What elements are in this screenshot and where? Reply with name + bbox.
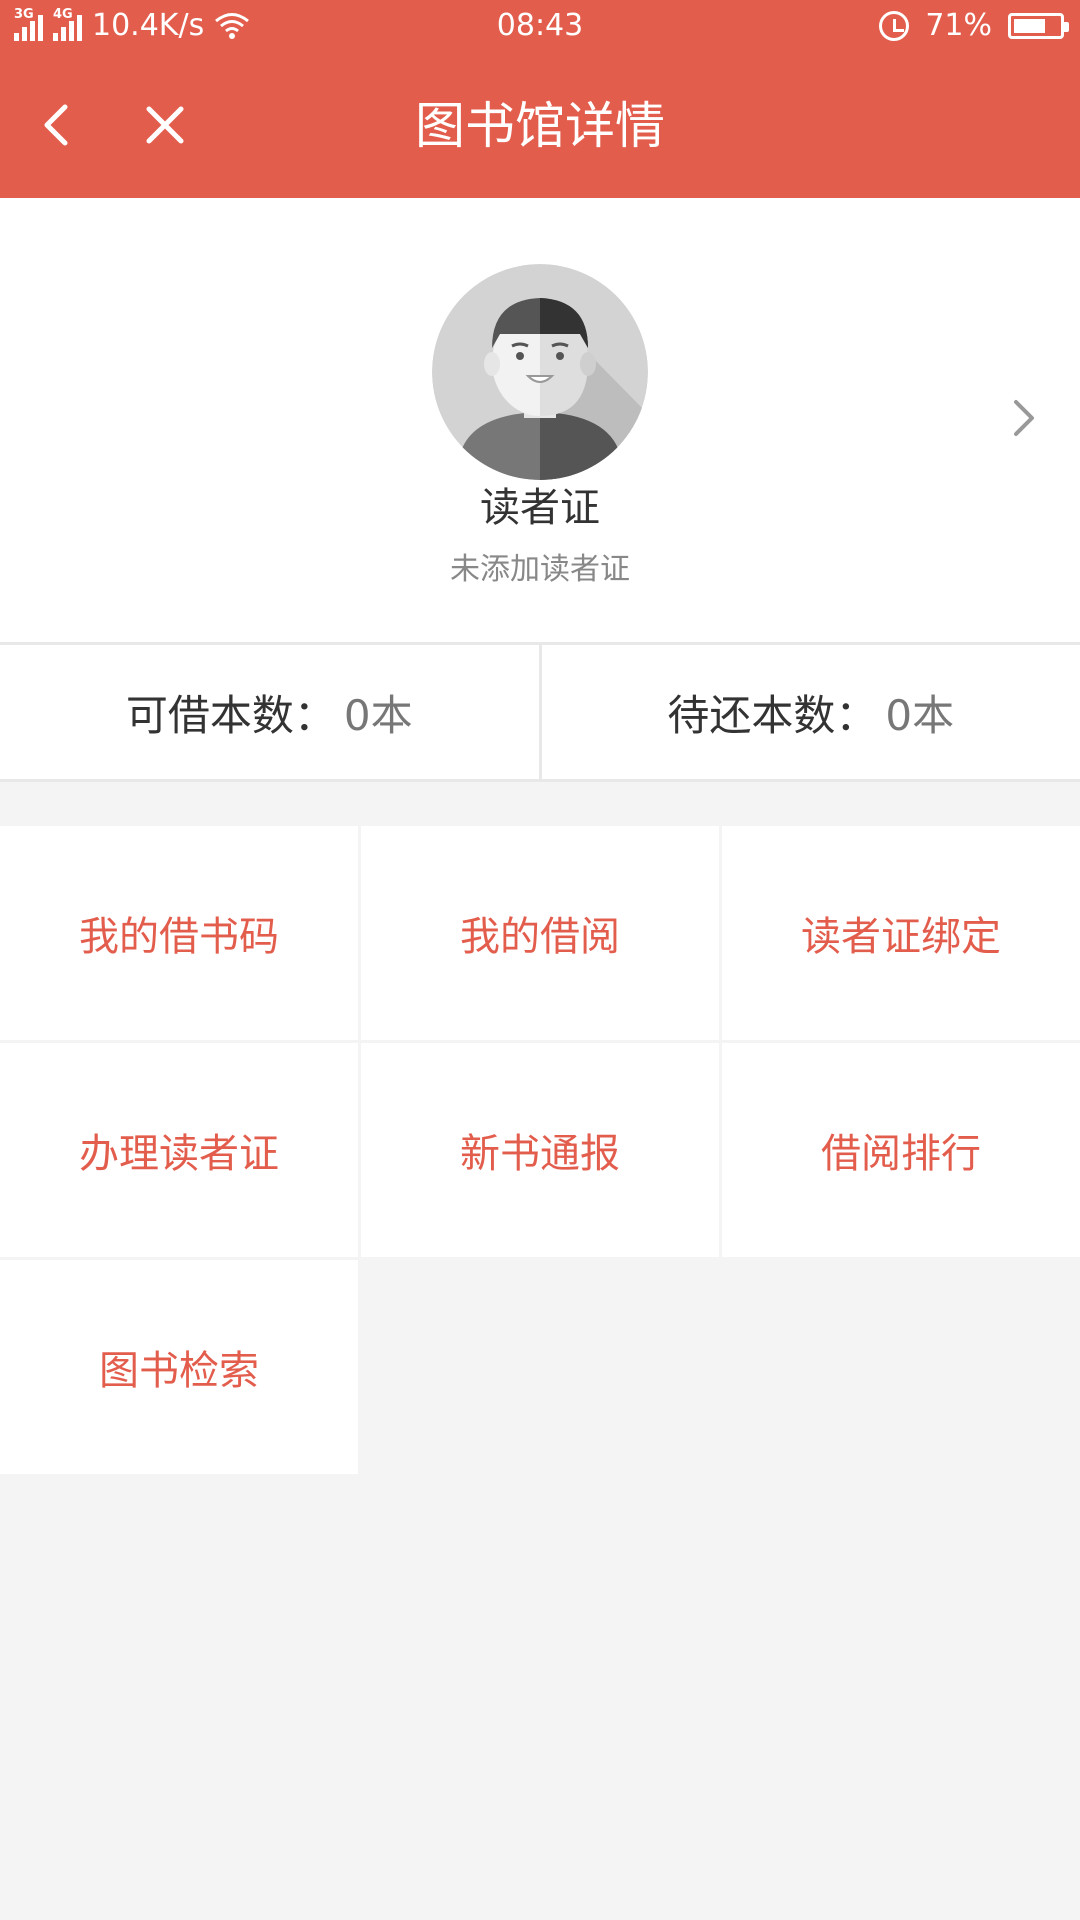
stat-value: 0本 [343,690,413,740]
app-header: 图书馆详情 [0,56,1080,198]
status-right: 71% [879,8,1069,43]
menu-label: 图书检索 [99,1348,259,1394]
menu-label: 我的借阅 [460,914,620,960]
stat-value: 0本 [885,690,955,740]
menu-label: 新书通报 [460,1131,620,1177]
menu-item-new-books[interactable]: 新书通报 [361,1043,719,1257]
reader-card-status: 未添加读者证 [450,552,630,587]
stat-to-return: 待还本数： 0本 [538,645,1080,779]
alarm-icon [879,10,910,41]
menu-label: 借阅排行 [821,1131,981,1177]
menu-item-apply-card[interactable]: 办理读者证 [0,1043,358,1257]
battery-icon [1008,12,1069,39]
battery-percent: 71% [925,8,992,43]
stat-label: 可借本数： [125,690,336,740]
page-title: 图书馆详情 [415,97,665,155]
reader-card-panel[interactable]: 读者证 未添加读者证 [0,198,1080,642]
avatar [432,264,648,480]
stat-available: 可借本数： 0本 [0,645,539,779]
chevron-right-icon [1014,400,1034,436]
menu-item-borrow-code[interactable]: 我的借书码 [0,826,358,1040]
avatar-illustration [432,264,648,480]
menu-label: 办理读者证 [79,1131,279,1177]
status-bar: 3G 4G 10.4K/s 08:43 71% [0,0,1080,56]
reader-card-title: 读者证 [480,485,600,531]
menu-label: 我的借书码 [79,914,279,960]
menu-item-book-search[interactable]: 图书检索 [0,1260,358,1474]
menu-item-ranking[interactable]: 借阅排行 [722,1043,1080,1257]
menu-item-bind-card[interactable]: 读者证绑定 [722,826,1080,1040]
menu-label: 读者证绑定 [801,914,1001,960]
stat-label: 待还本数： [667,690,878,740]
menu-item-my-borrowing[interactable]: 我的借阅 [361,826,719,1040]
borrow-stats: 可借本数： 0本 待还本数： 0本 [0,642,1080,782]
